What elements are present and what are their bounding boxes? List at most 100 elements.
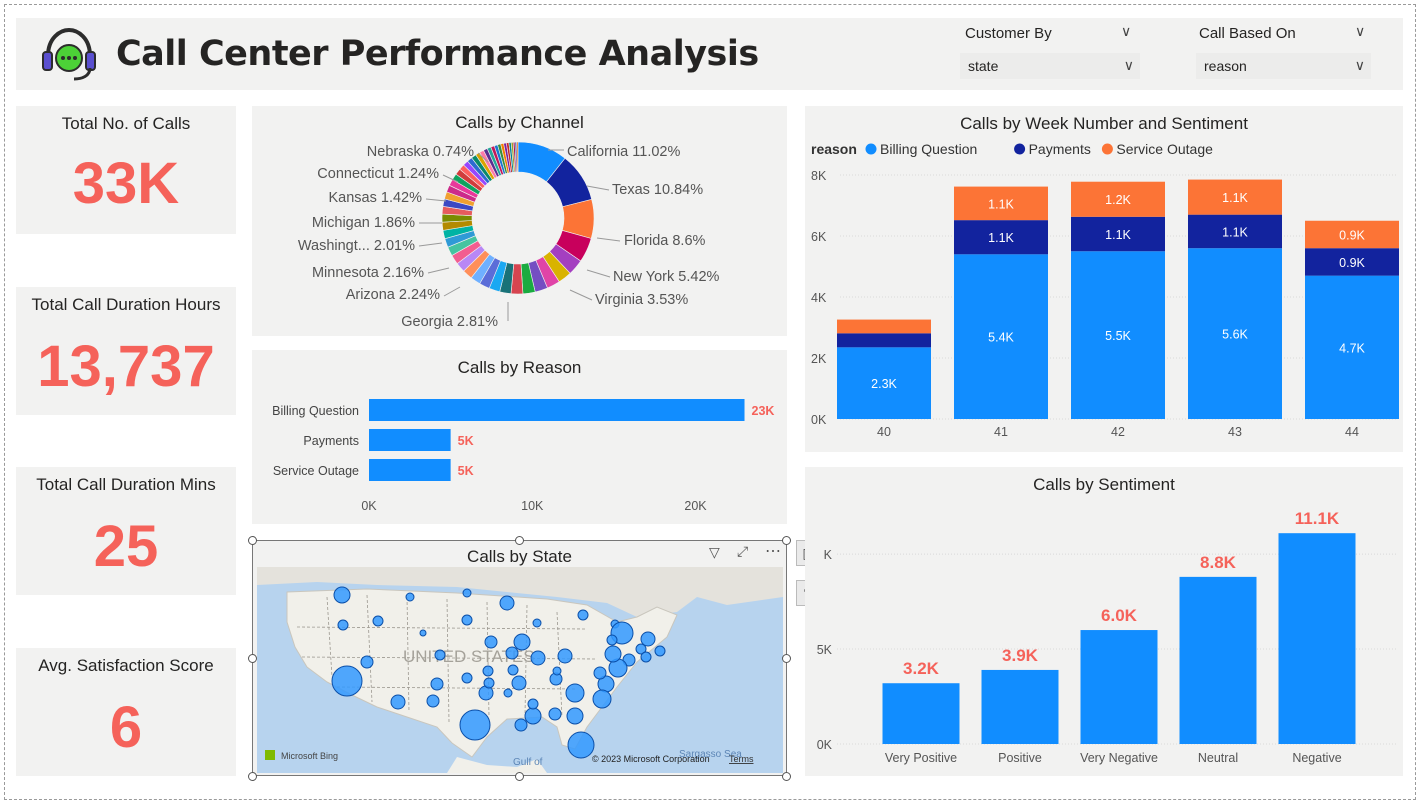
resize-handle[interactable] bbox=[515, 536, 524, 545]
page-title: Call Center Performance Analysis bbox=[116, 34, 759, 74]
filter-icon[interactable]: ▽ bbox=[709, 544, 720, 561]
channel-donut-panel[interactable]: Calls by Channel California 11.02% Texas … bbox=[252, 106, 787, 336]
map-bubble[interactable] bbox=[434, 649, 446, 661]
map-bubble[interactable] bbox=[484, 635, 498, 649]
slicer-customer-dropdown[interactable]: state ∨ bbox=[960, 53, 1140, 79]
map-bubble[interactable] bbox=[507, 664, 519, 676]
x-tick-label: 43 bbox=[1228, 425, 1242, 439]
sentiment-bar[interactable] bbox=[1179, 576, 1257, 744]
slicer-customer-label: Customer By bbox=[965, 25, 1052, 42]
map-bubble[interactable] bbox=[483, 677, 495, 689]
map-bubble[interactable] bbox=[511, 675, 527, 691]
reason-bar[interactable] bbox=[369, 459, 451, 481]
map-bubble[interactable] bbox=[606, 634, 618, 646]
map-bubble[interactable] bbox=[640, 651, 652, 663]
sentiment-bar[interactable] bbox=[981, 669, 1059, 744]
sentiment-bar-chart[interactable]: 0K 5K K 3.2K Very Positive 3.9K Positive 6.0K Ve… bbox=[805, 467, 1403, 776]
resize-handle[interactable] bbox=[248, 772, 257, 781]
map-bubble[interactable] bbox=[654, 645, 666, 657]
stacked-bar-segment[interactable] bbox=[837, 319, 931, 334]
map-bubble[interactable] bbox=[577, 609, 589, 621]
donut-leader-line bbox=[569, 289, 593, 301]
map-bubble[interactable] bbox=[513, 633, 531, 651]
map-bubble[interactable] bbox=[337, 619, 349, 631]
donut-leader-line bbox=[425, 198, 447, 202]
map-bubble[interactable] bbox=[567, 731, 595, 759]
chevron-down-icon[interactable]: ∨ bbox=[1121, 23, 1131, 40]
map-bubble[interactable] bbox=[405, 592, 415, 602]
x-tick-label: Very Positive bbox=[885, 751, 957, 765]
map-bubble[interactable] bbox=[459, 709, 491, 741]
map-bubble[interactable] bbox=[514, 718, 528, 732]
y-tick-label: 8K bbox=[811, 169, 827, 183]
map-bubble[interactable] bbox=[390, 694, 406, 710]
map-bubble[interactable] bbox=[372, 615, 384, 627]
week-stacked-panel[interactable]: Calls by Week Number and Sentiment reaso… bbox=[805, 106, 1403, 452]
map-bubble[interactable] bbox=[482, 665, 494, 677]
kpi-card-duration-hours[interactable]: Total Call Duration Hours 13,737 bbox=[16, 287, 236, 415]
map-bubble[interactable] bbox=[430, 677, 444, 691]
kpi-title: Total Call Duration Hours bbox=[31, 295, 221, 314]
resize-handle[interactable] bbox=[782, 536, 791, 545]
slicer-customer-value: state bbox=[968, 58, 999, 74]
reason-bar-chart[interactable]: Billing Question 23K Payments 5K Service Out… bbox=[252, 350, 787, 524]
focus-mode-icon[interactable]: ⤢ bbox=[737, 543, 748, 560]
week-stacked-bar-chart[interactable]: reason Billing Question Payments Service Ou… bbox=[805, 106, 1403, 452]
donut-slice[interactable] bbox=[516, 141, 519, 173]
map-bubble[interactable] bbox=[503, 688, 513, 698]
map-bubble[interactable] bbox=[461, 614, 473, 626]
reason-bar[interactable] bbox=[369, 399, 745, 421]
kpi-card-satisfaction[interactable]: Avg. Satisfaction Score 6 bbox=[16, 648, 236, 776]
channel-donut-chart[interactable]: California 11.02% Texas 10.84% Florida 8.6… bbox=[252, 106, 787, 336]
map-bubble[interactable] bbox=[462, 588, 472, 598]
map-bubble[interactable] bbox=[604, 645, 622, 663]
map-bubble[interactable] bbox=[548, 707, 562, 721]
segment-data-label: 1.2K bbox=[1105, 193, 1131, 207]
reason-bar[interactable] bbox=[369, 429, 451, 451]
map-bubble[interactable] bbox=[552, 666, 562, 676]
map-bubble[interactable] bbox=[532, 618, 542, 628]
reason-bar-panel[interactable]: Calls by Reason Billing Question 23K Payme… bbox=[252, 350, 787, 524]
bing-logo: Microsoft Bing bbox=[281, 751, 338, 761]
kpi-value: 6 bbox=[109, 695, 143, 760]
us-map[interactable]: UNITED STATES Gulf of Sargasso Sea Micro… bbox=[257, 567, 783, 773]
stacked-bar-segment[interactable] bbox=[837, 333, 931, 348]
kpi-card-total-calls[interactable]: Total No. of Calls 33K bbox=[16, 106, 236, 234]
bar-data-label: 6.0K bbox=[1101, 606, 1138, 625]
slicer-reason-dropdown[interactable]: reason ∨ bbox=[1196, 53, 1371, 79]
map-bubble[interactable] bbox=[524, 707, 542, 725]
map-bubble[interactable] bbox=[331, 665, 363, 697]
map-bubble[interactable] bbox=[499, 595, 515, 611]
state-map-visual[interactable]: Calls by State ▽ ⤢ ⋯ UNITED STATES Gulf … bbox=[252, 540, 787, 776]
segment-data-label: 2.3K bbox=[871, 377, 897, 391]
map-bubble[interactable] bbox=[527, 698, 539, 710]
map-bubble[interactable] bbox=[419, 629, 427, 637]
map-bubble[interactable] bbox=[592, 689, 612, 709]
sentiment-bar[interactable] bbox=[1278, 533, 1356, 744]
more-options-icon[interactable]: ⋯ bbox=[765, 541, 781, 561]
map-bubble[interactable] bbox=[461, 672, 473, 684]
map-bubble[interactable] bbox=[640, 631, 656, 647]
map-bubble[interactable] bbox=[565, 683, 585, 703]
bar-data-label: 5K bbox=[458, 464, 474, 478]
map-bubble[interactable] bbox=[530, 650, 546, 666]
map-bubble[interactable] bbox=[593, 666, 607, 680]
map-bubble[interactable] bbox=[557, 648, 573, 664]
map-bubble[interactable] bbox=[333, 586, 351, 604]
kpi-card-duration-mins[interactable]: Total Call Duration Mins 25 bbox=[16, 467, 236, 595]
map-bubble[interactable] bbox=[566, 707, 584, 725]
sentiment-bar-panel[interactable]: Calls by Sentiment 0K 5K K 3.2K Very Positiv… bbox=[805, 467, 1403, 776]
map-bubble[interactable] bbox=[505, 646, 519, 660]
sentiment-bar[interactable] bbox=[1080, 630, 1158, 744]
resize-handle[interactable] bbox=[782, 654, 791, 663]
resize-handle[interactable] bbox=[248, 536, 257, 545]
sentiment-bar[interactable] bbox=[882, 683, 960, 744]
map-bubble[interactable] bbox=[360, 655, 374, 669]
resize-handle[interactable] bbox=[515, 772, 524, 781]
chevron-down-icon[interactable]: ∨ bbox=[1355, 23, 1365, 40]
resize-handle[interactable] bbox=[248, 654, 257, 663]
x-tick-label: Positive bbox=[998, 751, 1042, 765]
resize-handle[interactable] bbox=[782, 772, 791, 781]
x-tick-label: Very Negative bbox=[1080, 751, 1158, 765]
map-bubble[interactable] bbox=[426, 694, 440, 708]
